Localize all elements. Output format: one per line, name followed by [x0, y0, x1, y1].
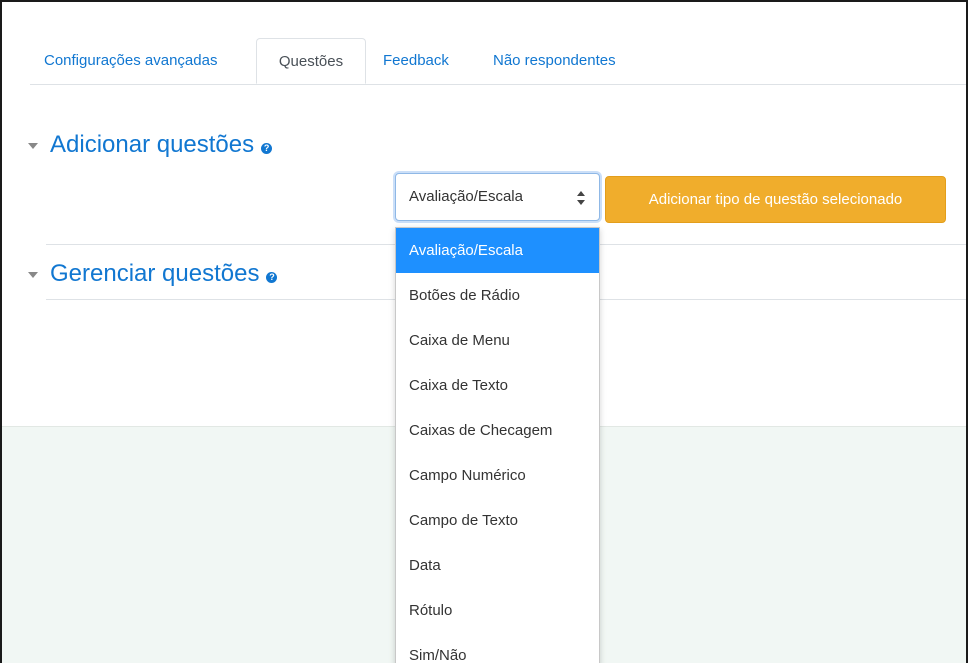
page-frame: Configurações avançadas Questões Feedbac…: [0, 0, 968, 663]
collapse-caret-icon: [28, 143, 38, 149]
tab-advanced-settings[interactable]: Configurações avançadas: [44, 38, 217, 84]
dropdown-option[interactable]: Botões de Rádio: [396, 273, 599, 318]
dropdown-option[interactable]: Caixas de Checagem: [396, 408, 599, 453]
manage-questions-title: Gerenciar questões: [50, 260, 260, 287]
dropdown-option[interactable]: Caixa de Menu: [396, 318, 599, 363]
dropdown-option[interactable]: Data: [396, 543, 599, 588]
question-type-select-value: Avaliação/Escala: [409, 188, 523, 205]
tab-bar: Configurações avançadas Questões Feedbac…: [30, 38, 966, 85]
add-questions-header[interactable]: Adicionar questões ?: [28, 127, 273, 163]
select-arrows-icon: [577, 191, 585, 205]
add-question-type-button[interactable]: Adicionar tipo de questão selecionado: [605, 176, 946, 223]
dropdown-option[interactable]: Rótulo: [396, 588, 599, 633]
tab-non-respondents[interactable]: Não respondentes: [493, 38, 616, 84]
dropdown-option[interactable]: Sim/Não: [396, 633, 599, 663]
question-type-dropdown: Avaliação/Escala Botões de Rádio Caixa d…: [395, 227, 600, 663]
dropdown-option[interactable]: Campo Numérico: [396, 453, 599, 498]
dropdown-option[interactable]: Avaliação/Escala: [396, 228, 599, 273]
tab-feedback[interactable]: Feedback: [383, 38, 449, 84]
dropdown-option[interactable]: Campo de Texto: [396, 498, 599, 543]
collapse-caret-icon: [28, 272, 38, 278]
tab-questions[interactable]: Questões: [256, 38, 366, 84]
help-icon[interactable]: ?: [261, 142, 273, 154]
manage-questions-header[interactable]: Gerenciar questões ?: [28, 256, 278, 292]
dropdown-option[interactable]: Caixa de Texto: [396, 363, 599, 408]
add-questions-title: Adicionar questões: [50, 131, 255, 158]
question-type-select[interactable]: Avaliação/Escala: [395, 173, 600, 221]
help-icon[interactable]: ?: [266, 271, 278, 283]
